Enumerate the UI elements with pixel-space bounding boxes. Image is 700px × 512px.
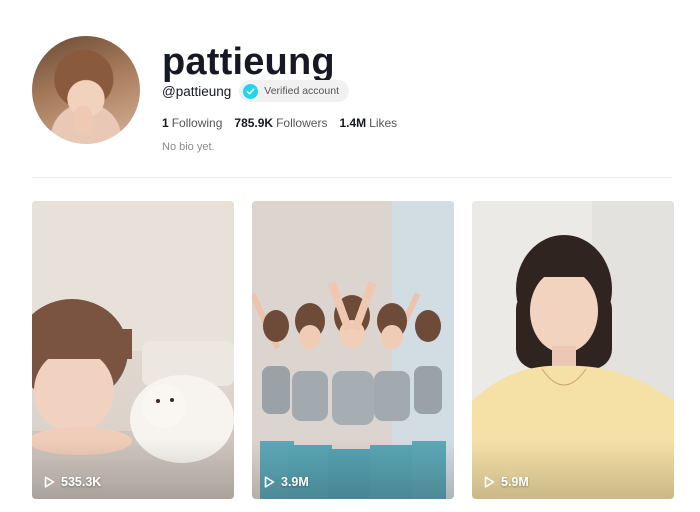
likes-stat: 1.4M Likes [339,116,397,130]
video-thumbnail[interactable]: 535.3K [32,201,234,499]
view-count-row: 5.9M [484,475,529,489]
followers-stat[interactable]: 785.9K Followers [234,116,327,130]
profile-stats: 1 Following 785.9K Followers 1.4M Likes [162,116,397,130]
thumbnail-shade [252,439,454,499]
profile-username: pattieung [162,41,335,83]
play-icon [484,476,495,488]
followers-count: 785.9K [234,116,274,130]
view-count-row: 535.3K [44,475,101,489]
thumbnail-shade [472,439,674,499]
avatar-hand-detail [74,106,92,132]
followers-label: Followers [276,116,328,130]
verified-badge: Verified account [239,80,349,102]
video-thumbnail[interactable]: 3.9M [252,201,454,499]
handle-row: @pattieung Verified account [162,80,349,102]
following-label: Following [171,116,223,130]
likes-label: Likes [369,116,398,130]
section-divider [32,177,672,178]
profile-avatar[interactable] [32,36,140,144]
profile-handle: @pattieung [162,83,232,99]
verified-label: Verified account [264,85,339,97]
view-count: 5.9M [501,475,529,489]
view-count: 3.9M [281,475,309,489]
thumbnail-shade [32,439,234,499]
likes-count: 1.4M [339,116,367,130]
video-thumbnail[interactable]: 5.9M [472,201,674,499]
play-icon [264,476,275,488]
view-count-row: 3.9M [264,475,309,489]
play-icon [44,476,55,488]
following-count: 1 [162,116,169,130]
verified-check-icon [243,83,259,99]
view-count: 535.3K [61,475,102,489]
following-stat[interactable]: 1 Following [162,116,222,130]
profile-bio: No bio yet. [162,141,215,153]
